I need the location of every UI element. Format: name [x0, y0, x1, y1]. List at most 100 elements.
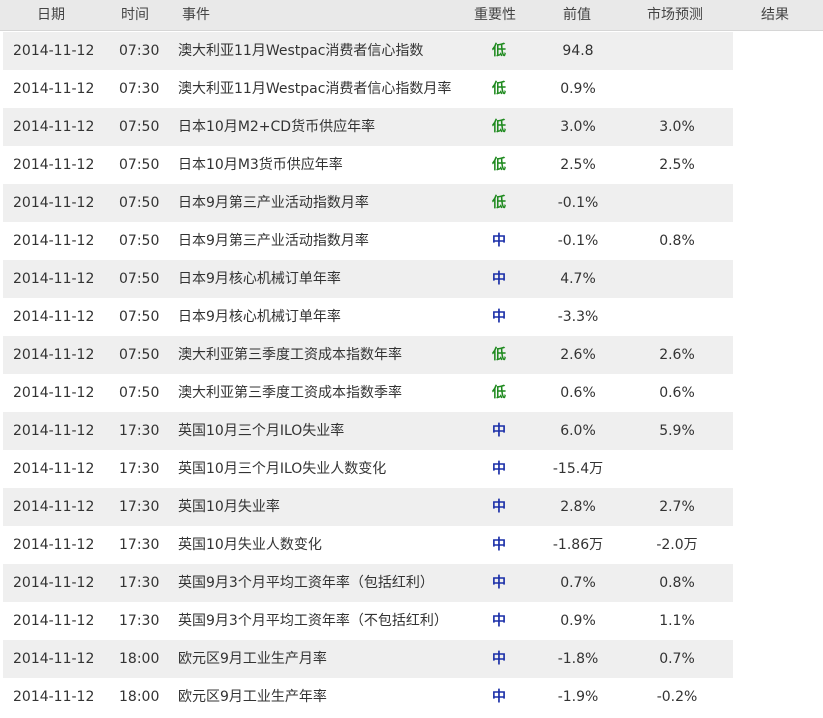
date-cell: 2014-11-12 [13, 575, 95, 591]
table-row[interactable]: 2014-11-12 07:30 澳大利亚11月Westpac消费者信心指数 低 94.… [3, 32, 733, 70]
table-row[interactable]: 2014-11-12 07:30 澳大利亚11月Westpac消费者信心指数月率 低 0… [3, 70, 733, 108]
date-cell: 2014-11-12 [13, 157, 95, 173]
forecast-cell [637, 32, 717, 70]
time-cell: 07:50 [119, 119, 160, 135]
table-row[interactable]: 2014-11-12 07:50 日本9月核心机械订单年率 中 -3.3% [3, 298, 733, 336]
time-cell: 17:30 [119, 537, 160, 553]
forecast-cell [637, 184, 717, 222]
date-cell: 2014-11-12 [13, 271, 95, 287]
importance-cell: 中 [492, 271, 506, 287]
table-row[interactable]: 2014-11-12 07:50 澳大利亚第三季度工资成本指数季率 低 0.6% 0.6% [3, 374, 733, 412]
event-cell: 日本10月M2+CD货币供应年率 [178, 119, 376, 135]
forecast-cell: 0.8% [659, 233, 695, 249]
table-row[interactable]: 2014-11-12 18:00 欧元区9月工业生产月率 中 -1.8% 0.7% [3, 640, 733, 678]
event-cell: 欧元区9月工业生产年率 [178, 689, 327, 705]
date-cell: 2014-11-12 [13, 613, 95, 629]
table-row[interactable]: 2014-11-12 17:30 英国9月3个月平均工资年率（包括红利） 中 0.7% 0… [3, 564, 733, 602]
date-cell: 2014-11-12 [13, 347, 95, 363]
event-cell: 澳大利亚11月Westpac消费者信心指数月率 [178, 81, 452, 97]
header-actual[interactable]: 结果 [761, 0, 789, 30]
importance-cell: 低 [492, 81, 506, 97]
importance-cell: 中 [492, 423, 506, 439]
event-cell: 英国10月三个月ILO失业率 [178, 423, 345, 439]
date-cell: 2014-11-12 [13, 119, 95, 135]
previous-cell: 0.7% [560, 575, 596, 591]
previous-cell: 2.5% [560, 157, 596, 173]
event-cell: 日本9月第三产业活动指数月率 [178, 195, 369, 211]
forecast-cell: 2.5% [659, 157, 695, 173]
header-date[interactable]: 日期 [37, 0, 65, 30]
previous-cell: 94.8 [562, 43, 594, 59]
date-cell: 2014-11-12 [13, 651, 95, 667]
table-row[interactable]: 2014-11-12 07:50 澳大利亚第三季度工资成本指数年率 低 2.6% 2.6% [3, 336, 733, 374]
date-cell: 2014-11-12 [13, 309, 95, 325]
table-header: 日期 时间 事件 重要性 前值 市场预测 结果 [0, 0, 823, 31]
forecast-cell: 3.0% [659, 119, 695, 135]
previous-cell: 3.0% [560, 119, 596, 135]
previous-cell: -3.3% [557, 309, 599, 325]
time-cell: 07:30 [119, 81, 160, 97]
forecast-cell [637, 298, 717, 336]
table-row[interactable]: 2014-11-12 17:30 英国10月三个月ILO失业人数变化 中 -15.4万 [3, 450, 733, 488]
table-row[interactable]: 2014-11-12 07:50 日本10月M2+CD货币供应年率 低 3.0% 3.0% [3, 108, 733, 146]
previous-cell: 2.6% [560, 347, 596, 363]
importance-cell: 低 [492, 385, 506, 401]
forecast-cell [637, 70, 717, 108]
importance-cell: 低 [492, 119, 506, 135]
previous-cell: -0.1% [557, 233, 599, 249]
time-cell: 07:30 [119, 43, 160, 59]
previous-cell: -1.8% [557, 651, 599, 667]
table-row[interactable]: 2014-11-12 17:30 英国10月失业人数变化 中 -1.86万 -2.0万 [3, 526, 733, 564]
time-cell: 07:50 [119, 385, 160, 401]
time-cell: 17:30 [119, 461, 160, 477]
previous-cell: -1.86万 [552, 537, 604, 553]
event-cell: 英国9月3个月平均工资年率（不包括红利） [178, 613, 448, 629]
time-cell: 07:50 [119, 271, 160, 287]
time-cell: 07:50 [119, 233, 160, 249]
table-row[interactable]: 2014-11-12 07:50 日本9月核心机械订单年率 中 4.7% [3, 260, 733, 298]
event-cell: 欧元区9月工业生产月率 [178, 651, 327, 667]
date-cell: 2014-11-12 [13, 233, 95, 249]
header-event[interactable]: 事件 [182, 0, 210, 30]
forecast-cell: -2.0万 [656, 537, 698, 553]
importance-cell: 中 [492, 233, 506, 249]
previous-cell: 6.0% [560, 423, 596, 439]
table-row[interactable]: 2014-11-12 17:30 英国10月失业率 中 2.8% 2.7% [3, 488, 733, 526]
forecast-cell: -0.2% [656, 689, 698, 705]
event-cell: 英国10月三个月ILO失业人数变化 [178, 461, 387, 477]
header-importance[interactable]: 重要性 [474, 0, 516, 30]
importance-cell: 中 [492, 461, 506, 477]
header-forecast[interactable]: 市场预测 [647, 0, 703, 30]
time-cell: 17:30 [119, 613, 160, 629]
header-previous[interactable]: 前值 [563, 0, 591, 30]
date-cell: 2014-11-12 [13, 195, 95, 211]
time-cell: 17:30 [119, 499, 160, 515]
event-cell: 日本9月核心机械订单年率 [178, 309, 341, 325]
importance-cell: 低 [492, 43, 506, 59]
importance-cell: 中 [492, 689, 506, 705]
event-cell: 澳大利亚11月Westpac消费者信心指数 [178, 43, 424, 59]
event-cell: 英国9月3个月平均工资年率（包括红利） [178, 575, 434, 591]
date-cell: 2014-11-12 [13, 423, 95, 439]
header-time[interactable]: 时间 [121, 0, 149, 30]
event-cell: 日本10月M3货币供应年率 [178, 157, 343, 173]
date-cell: 2014-11-12 [13, 385, 95, 401]
time-cell: 07:50 [119, 195, 160, 211]
table-row[interactable]: 2014-11-12 17:30 英国9月3个月平均工资年率（不包括红利） 中 0.9%… [3, 602, 733, 640]
table-row[interactable]: 2014-11-12 18:00 欧元区9月工业生产年率 中 -1.9% -0.2% [3, 678, 733, 716]
event-cell: 英国10月失业率 [178, 499, 280, 515]
event-cell: 澳大利亚第三季度工资成本指数年率 [178, 347, 402, 363]
importance-cell: 中 [492, 613, 506, 629]
forecast-cell [637, 260, 717, 298]
table-row[interactable]: 2014-11-12 07:50 日本10月M3货币供应年率 低 2.5% 2.5% [3, 146, 733, 184]
event-cell: 日本9月第三产业活动指数月率 [178, 233, 369, 249]
forecast-cell: 2.7% [659, 499, 695, 515]
previous-cell: 0.9% [560, 81, 596, 97]
previous-cell: 4.7% [560, 271, 596, 287]
table-row[interactable]: 2014-11-12 07:50 日本9月第三产业活动指数月率 低 -0.1% [3, 184, 733, 222]
importance-cell: 中 [492, 309, 506, 325]
table-row[interactable]: 2014-11-12 07:50 日本9月第三产业活动指数月率 中 -0.1% 0.8% [3, 222, 733, 260]
time-cell: 07:50 [119, 309, 160, 325]
table-row[interactable]: 2014-11-12 17:30 英国10月三个月ILO失业率 中 6.0% 5.9% [3, 412, 733, 450]
time-cell: 07:50 [119, 347, 160, 363]
